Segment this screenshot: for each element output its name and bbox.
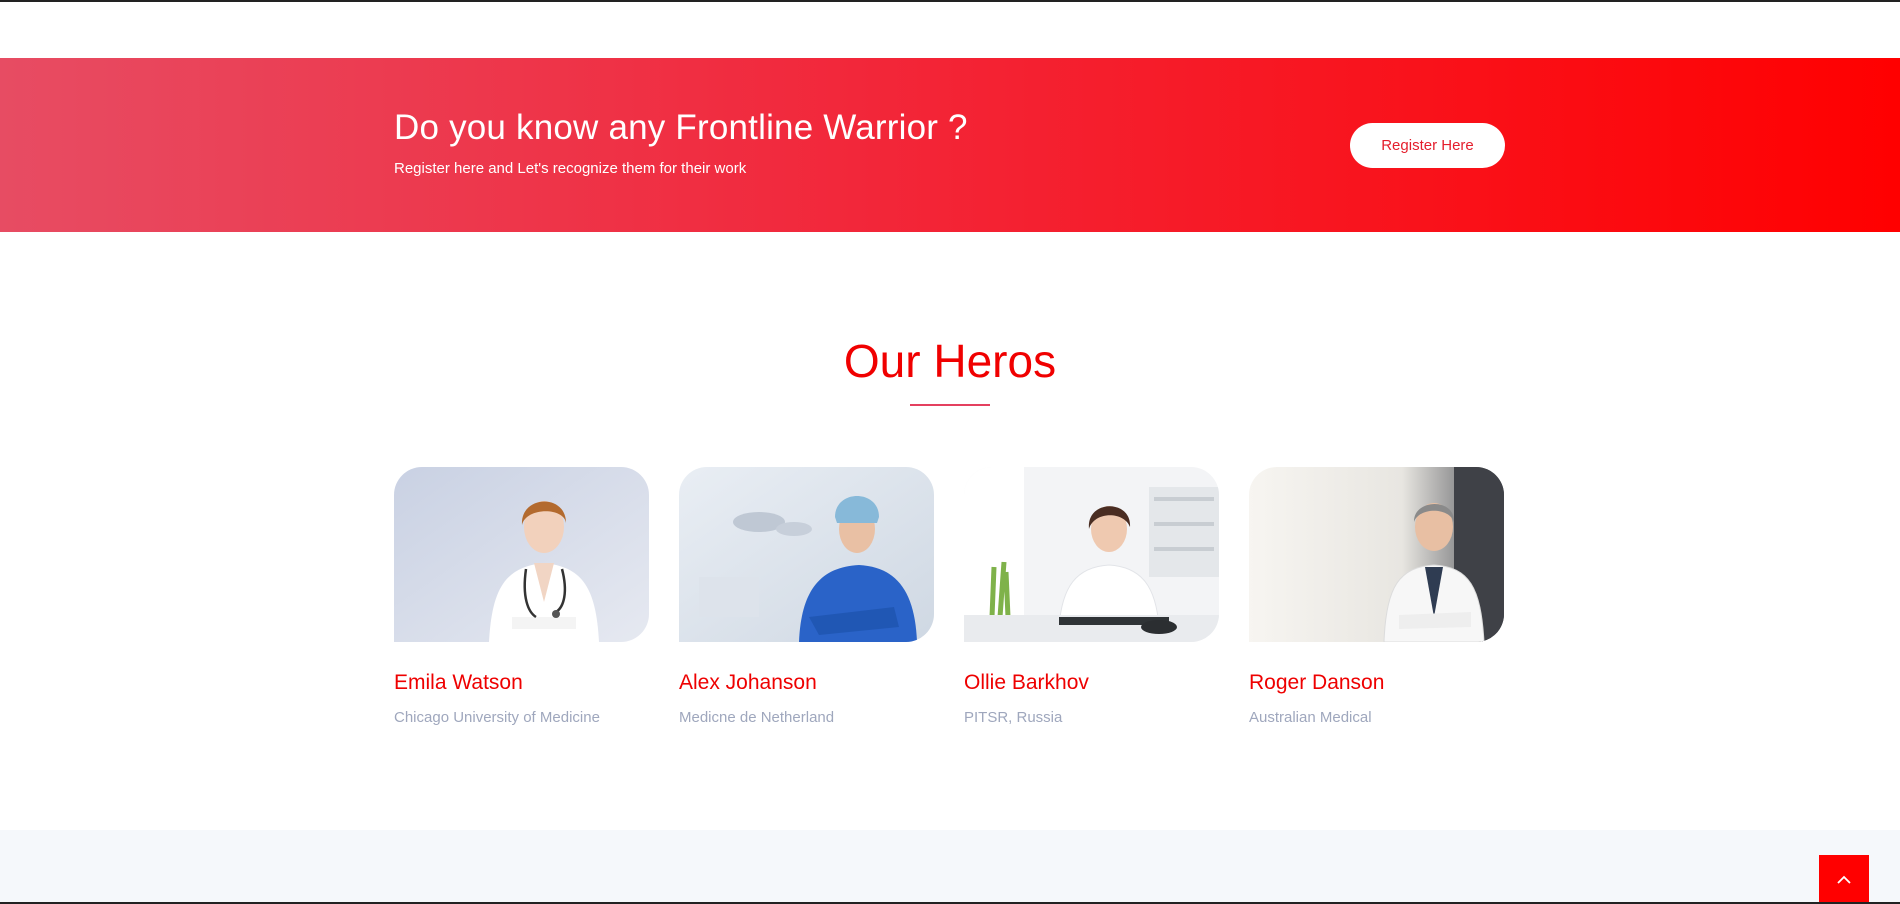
hero-photo-alex-johanson[interactable] [679,467,934,642]
hero-name[interactable]: Emila Watson [394,671,649,695]
back-to-top-button[interactable] [1819,855,1869,904]
page: Do you know any Frontline Warrior ? Regi… [0,0,1900,904]
chevron-up-icon [1837,875,1851,884]
hero-organization: Chicago University of Medicine [394,709,600,726]
hero-photo-roger-danson[interactable] [1249,467,1504,642]
hero-organization: Medicne de Netherland [679,709,835,726]
hero-organization: Australian Medical [1249,709,1372,726]
doctor-portrait-image [1249,467,1504,642]
banner-title: Do you know any Frontline Warrior ? [394,108,968,147]
top-border [0,0,1900,2]
title-underline [910,404,990,406]
register-here-button[interactable]: Register Here [1350,123,1505,168]
hero-card[interactable]: Alex Johanson Medicne de Netherland [679,467,934,726]
heroes-list: Emila Watson Chicago University of Medic… [394,467,1504,726]
hero-photo-ollie-barkhov[interactable] [964,467,1219,642]
hero-card[interactable]: Roger Danson Australian Medical [1249,467,1504,726]
hero-organization: PITSR, Russia [964,709,1063,726]
heroes-section-title: Our Heros [843,335,1057,387]
hero-photo-emila-watson[interactable] [394,467,649,642]
hero-name[interactable]: Roger Danson [1249,671,1504,695]
hero-card[interactable]: Emila Watson Chicago University of Medic… [394,467,649,726]
doctor-portrait-image [394,467,649,642]
doctor-portrait-image [679,467,934,642]
hero-name[interactable]: Ollie Barkhov [964,671,1219,695]
banner-subtitle: Register here and Let's recognize them f… [394,160,747,177]
doctor-portrait-image [964,467,1219,642]
hero-card[interactable]: Ollie Barkhov PITSR, Russia [964,467,1219,726]
hero-name[interactable]: Alex Johanson [679,671,934,695]
next-section-band [0,830,1900,904]
